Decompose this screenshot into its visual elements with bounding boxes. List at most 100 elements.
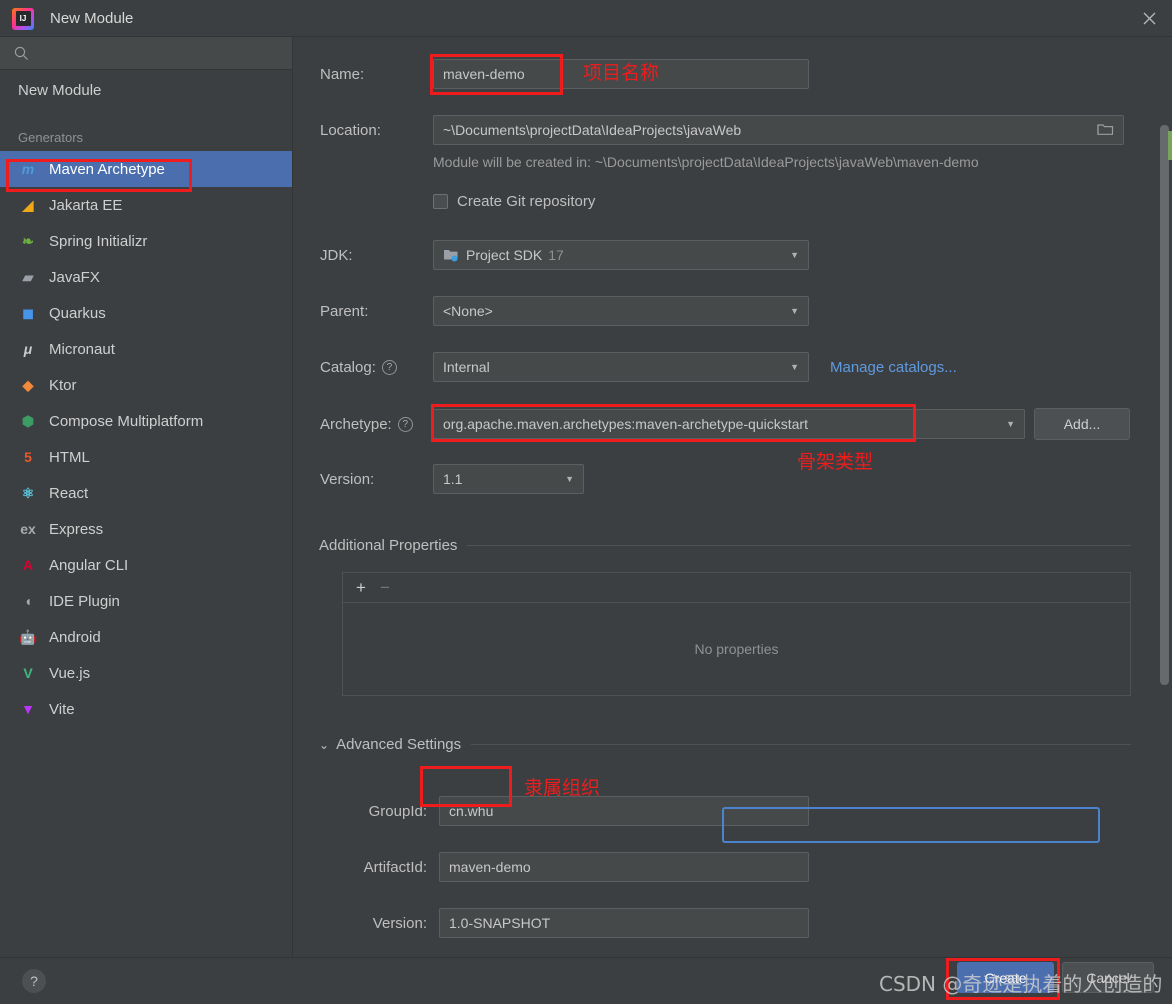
section-divider	[471, 744, 1131, 745]
title-bar: IJ New Module	[0, 0, 1172, 37]
sidebar-item-android[interactable]: 🤖 Android	[0, 619, 292, 655]
sidebar-item-quarkus[interactable]: ◼ Quarkus	[0, 295, 292, 331]
jdk-label: JDK:	[320, 246, 353, 264]
sidebar-item-javafx[interactable]: ▰ JavaFX	[0, 259, 292, 295]
advanced-settings-header[interactable]: ⌄ Advanced Settings	[319, 736, 1131, 753]
sidebar-item-label: Spring Initializr	[49, 232, 148, 250]
name-input[interactable]: maven-demo	[433, 59, 809, 89]
help-icon[interactable]: ?	[397, 416, 413, 432]
main-scrollbar-track[interactable]	[1159, 41, 1172, 954]
location-row: Location: ~\Documents\projectData\IdeaPr…	[320, 115, 1124, 145]
search-icon	[14, 46, 29, 61]
archetype-version-row: Version: 1.1 ▼	[320, 464, 584, 494]
sidebar: New Module Generators m Maven Archetype ◢ J…	[0, 37, 293, 957]
chevron-down-icon: ▼	[565, 474, 574, 484]
module-version-row: Version: 1.0-SNAPSHOT	[334, 908, 809, 938]
folder-icon[interactable]	[1097, 122, 1114, 139]
groupid-row: GroupId: cn.whu	[334, 796, 809, 826]
intellij-idea-icon: IJ	[12, 7, 34, 30]
create-git-repository-checkbox[interactable]	[433, 194, 448, 209]
sidebar-item-label: Quarkus	[49, 304, 106, 322]
sidebar-item-spring-initializr[interactable]: ❧ Spring Initializr	[0, 223, 292, 259]
location-input[interactable]: ~\Documents\projectData\IdeaProjects\jav…	[433, 115, 1124, 145]
add-archetype-button[interactable]: Add...	[1034, 408, 1130, 440]
create-git-repository-row[interactable]: Create Git repository	[433, 193, 595, 210]
archetype-label: Archetype:	[320, 415, 392, 433]
archetype-version-combobox[interactable]: 1.1 ▼	[433, 464, 584, 494]
sidebar-item-label: New Module	[18, 81, 102, 99]
help-icon[interactable]: ?	[381, 359, 397, 375]
artifactid-row: ArtifactId: maven-demo	[334, 852, 809, 882]
cancel-button[interactable]: Cancel	[1062, 962, 1154, 993]
sidebar-item-ktor[interactable]: ◆ Ktor	[0, 367, 292, 403]
sidebar-item-label: Vue.js	[49, 664, 91, 682]
micronaut-icon: μ	[23, 341, 33, 357]
archetype-value: org.apache.maven.archetypes:maven-archet…	[443, 416, 808, 432]
manage-catalogs-link[interactable]: Manage catalogs...	[830, 359, 957, 376]
express-icon: ex	[20, 521, 36, 537]
ide-plugin-icon: ◖	[23, 593, 33, 609]
plus-icon[interactable]: +	[356, 578, 366, 598]
sidebar-item-compose-multiplatform[interactable]: ⬢ Compose Multiplatform	[0, 403, 292, 439]
search-box[interactable]	[0, 37, 292, 70]
groupid-label: GroupId:	[368, 802, 427, 820]
sidebar-item-angular-cli[interactable]: A Angular CLI	[0, 547, 292, 583]
maven-icon: m	[21, 161, 35, 177]
parent-combobox[interactable]: <None> ▼	[433, 296, 809, 326]
parent-label: Parent:	[320, 302, 369, 320]
location-hint: Module will be created in: ~\Documents\p…	[433, 154, 979, 170]
sidebar-item-label: IDE Plugin	[49, 592, 120, 610]
close-icon[interactable]	[1126, 0, 1172, 37]
jdk-icon	[443, 248, 459, 262]
catalog-label: Catalog:	[320, 358, 376, 376]
sidebar-item-label: Jakarta EE	[49, 196, 123, 214]
chevron-down-icon: ▼	[790, 306, 799, 316]
react-icon: ⚛	[21, 484, 35, 501]
jdk-combobox[interactable]: Project SDK 17 ▼	[433, 240, 809, 270]
sidebar-item-label: HTML	[49, 448, 90, 466]
catalog-row: Catalog: ? Internal ▼ Manage catalogs...	[320, 352, 957, 382]
sidebar-item-maven-archetype[interactable]: m Maven Archetype	[0, 151, 292, 187]
sidebar-item-label: React	[49, 484, 89, 502]
help-icon[interactable]: ?	[22, 969, 46, 993]
jakarta-ee-icon: ◢	[22, 196, 34, 213]
parent-value: <None>	[443, 303, 493, 319]
sidebar-item-label: Compose Multiplatform	[49, 412, 204, 430]
sidebar-item-label: Micronaut	[49, 340, 115, 358]
sidebar-item-new-module[interactable]: New Module	[0, 70, 292, 110]
android-icon: 🤖	[19, 628, 37, 645]
sidebar-item-ide-plugin[interactable]: ◖ IDE Plugin	[0, 583, 292, 619]
sidebar-item-label: Maven Archetype	[49, 160, 165, 178]
main-panel: Name: maven-demo Location: ~\Documents\p…	[294, 37, 1172, 957]
create-button[interactable]: Create	[957, 962, 1054, 993]
html5-icon: 5	[24, 449, 32, 465]
archetype-combobox[interactable]: org.apache.maven.archetypes:maven-archet…	[433, 409, 1025, 439]
compose-icon: ⬢	[21, 412, 35, 429]
chevron-down-icon[interactable]: ⌄	[319, 738, 329, 752]
sidebar-item-react[interactable]: ⚛ React	[0, 475, 292, 511]
artifactid-label: ArtifactId:	[363, 858, 427, 876]
section-divider	[467, 545, 1131, 546]
catalog-combobox[interactable]: Internal ▼	[433, 352, 809, 382]
archetype-row: Archetype: ? org.apache.maven.archetypes…	[320, 408, 1130, 440]
sidebar-item-vite[interactable]: ▼ Vite	[0, 691, 292, 727]
search-input[interactable]	[37, 45, 267, 61]
sidebar-item-micronaut[interactable]: μ Micronaut	[0, 331, 292, 367]
module-version-input[interactable]: 1.0-SNAPSHOT	[439, 908, 809, 938]
advanced-settings-title: Advanced Settings	[336, 736, 462, 753]
javafx-icon: ▰	[22, 268, 34, 285]
sidebar-item-label: Ktor	[49, 376, 77, 394]
sidebar-item-vue-js[interactable]: V Vue.js	[0, 655, 292, 691]
sidebar-item-label: JavaFX	[49, 268, 100, 286]
sidebar-item-label: Vite	[49, 700, 75, 718]
name-row: Name: maven-demo	[320, 59, 809, 89]
sidebar-item-html[interactable]: 5 HTML	[0, 439, 292, 475]
main-scrollbar-thumb[interactable]	[1160, 125, 1169, 685]
angular-icon: A	[22, 557, 34, 573]
sidebar-item-express[interactable]: ex Express	[0, 511, 292, 547]
additional-properties-toolbar: + −	[343, 573, 1130, 603]
chevron-down-icon: ▼	[790, 250, 799, 260]
sidebar-item-jakarta-ee[interactable]: ◢ Jakarta EE	[0, 187, 292, 223]
groupid-input[interactable]: cn.whu	[439, 796, 809, 826]
artifactid-input[interactable]: maven-demo	[439, 852, 809, 882]
